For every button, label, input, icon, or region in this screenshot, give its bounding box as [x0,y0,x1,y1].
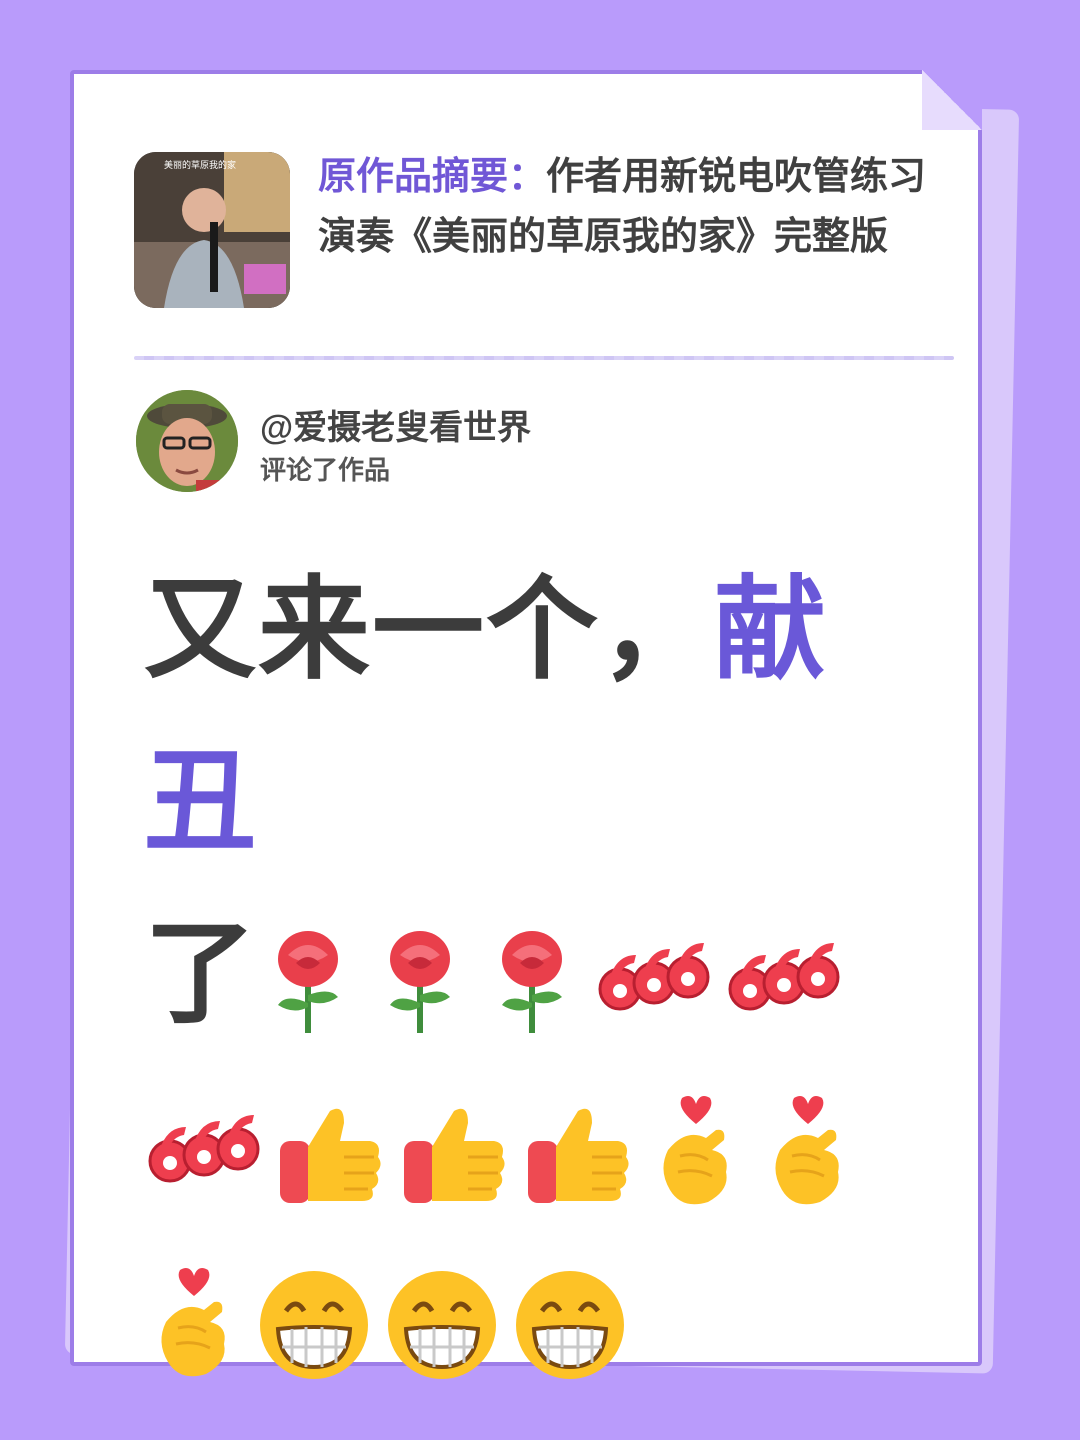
summary-text: 原作品摘要：作者用新锐电吹管练习演奏《美丽的草原我的家》完整版 [318,146,930,266]
work-thumbnail[interactable]: 美丽的草原我的家 [134,152,290,308]
thumbs-up-emoji-icon [274,1081,398,1211]
666-emoji-icon [594,909,724,1039]
comment-body: 又来一个，献丑 了 [144,544,934,1404]
thumbs-up-emoji-icon [522,1081,646,1211]
thumbnail-caption: 美丽的草原我的家 [164,159,236,171]
grin-emoji-icon [256,1253,384,1383]
grin-emoji-icon [384,1253,512,1383]
summary-label: 原作品摘要： [318,154,547,198]
comment-text-2: 了 [144,909,258,1039]
666-emoji-icon [144,1081,274,1211]
thumbs-up-emoji-icon [398,1081,522,1211]
rose-emoji-icon [258,909,370,1039]
666-emoji-icon [724,909,854,1039]
commenter-name[interactable]: @爱摄老叟看世界 [260,400,531,449]
commenter-action: 评论了作品 [260,456,391,486]
divider [134,356,954,360]
avatar[interactable] [136,390,238,492]
rose-emoji-icon [482,909,594,1039]
rose-emoji-icon [370,909,482,1039]
finger-heart-emoji-icon [646,1081,758,1211]
comment-text-1: 又来一个， [144,565,714,695]
finger-heart-emoji-icon [144,1253,256,1383]
commenter-info[interactable]: @爱摄老叟看世界 评论了作品 [136,390,736,500]
page-fold [922,70,982,130]
finger-heart-emoji-icon [758,1081,870,1211]
original-work-summary[interactable]: 美丽的草原我的家 原作品摘要：作者用新锐电吹管练习演奏《美丽的草原我的家》完整版 [134,146,934,308]
comment-card: 美丽的草原我的家 原作品摘要：作者用新锐电吹管练习演奏《美丽的草原我的家》完整版… [70,70,982,1380]
grin-emoji-icon [512,1253,640,1383]
